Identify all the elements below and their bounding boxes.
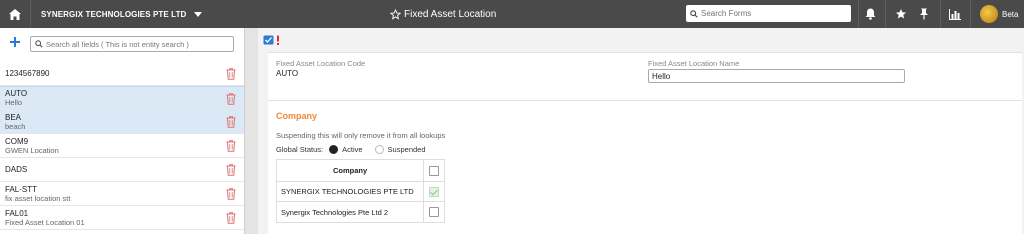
top-bar: SYNERGIX TECHNOLOGIES PTE LTD Fixed Asse…: [0, 0, 1024, 28]
search-icon: [690, 9, 698, 18]
checkbox-cell: [424, 202, 444, 222]
global-status: Global Status: Active Suspended: [276, 145, 426, 154]
select-all-checkbox[interactable]: [429, 165, 440, 176]
left-search: [30, 36, 234, 52]
list-item-code: COM9: [5, 136, 29, 146]
company-checkbox[interactable]: [429, 207, 440, 217]
topbar-divider: [30, 0, 31, 28]
suspended-radio[interactable]: [374, 145, 384, 154]
bell-icon: [865, 8, 875, 20]
topbar-divider: [940, 0, 941, 28]
pin-button[interactable]: [912, 0, 936, 28]
bar-chart-icon: [949, 8, 961, 20]
list-item-name: fix asset location stt: [5, 193, 71, 203]
reports-button[interactable]: [943, 0, 967, 28]
trash-icon[interactable]: [226, 93, 236, 105]
avatar[interactable]: [980, 5, 998, 23]
star-outline-icon: [390, 8, 401, 20]
list-item-code: BEA: [5, 112, 22, 122]
company-name: SYNERGIX TECHNOLOGIES PTE LTD: [41, 9, 187, 19]
table-row: Synergix Technologies Pte Ltd 2: [277, 202, 444, 222]
status-label: Global Status:: [276, 145, 324, 154]
list-item-code: DADS: [5, 165, 28, 174]
list-item-code: 1234567890: [5, 69, 50, 78]
name-input[interactable]: [648, 69, 905, 83]
list-item-name: Fixed Asset Location 01: [5, 217, 85, 227]
favorites-button[interactable]: [889, 0, 913, 28]
panel-splitter[interactable]: [244, 28, 258, 234]
form-panel: Fixed Asset Location Code AUTO Fixed Ass…: [258, 28, 1024, 234]
trash-icon[interactable]: [226, 188, 236, 200]
record-list: 1234567890 AUTO Hello BEA beach COM9 GWE…: [0, 62, 244, 230]
list-item-code: FAL01: [5, 208, 29, 218]
company-table: Company SYNERGIX TECHNOLOGIES PTE LTD Sy…: [276, 159, 445, 223]
list-item-name: beach: [5, 121, 26, 131]
topbar-divider: [885, 0, 886, 28]
trash-icon[interactable]: [226, 140, 236, 152]
page-title-text: Fixed Asset Location: [404, 8, 497, 20]
section-divider: [268, 100, 1022, 101]
company-checkbox[interactable]: [429, 186, 440, 197]
table-header: Company: [277, 160, 444, 182]
pin-icon: [920, 8, 928, 20]
table-row: SYNERGIX TECHNOLOGIES PTE LTD: [277, 182, 444, 202]
list-item-name: Hello: [5, 98, 23, 107]
code-label: Fixed Asset Location Code: [276, 59, 366, 68]
list-item[interactable]: 1234567890: [0, 62, 244, 86]
page-title: Fixed Asset Location: [390, 0, 496, 28]
suspended-label: Suspended: [387, 145, 426, 154]
trash-icon[interactable]: [226, 116, 236, 128]
company-cell: SYNERGIX TECHNOLOGIES PTE LTD: [277, 182, 425, 201]
alert-icon: [277, 35, 279, 45]
list-item[interactable]: AUTO Hello: [0, 86, 244, 110]
chevron-down-icon: [194, 11, 203, 17]
list-item-code: FAL-STT: [5, 184, 38, 194]
trash-icon[interactable]: [226, 212, 236, 224]
name-label: Fixed Asset Location Name: [648, 59, 740, 68]
user-label[interactable]: Beta: [1002, 0, 1018, 28]
select-all-cell: [424, 160, 444, 181]
suspend-note: Suspending this will only remove it from…: [276, 131, 446, 140]
search-forms-input[interactable]: [701, 9, 841, 18]
list-item[interactable]: FAL01 Fixed Asset Location 01: [0, 206, 244, 230]
search-all-fields-input[interactable]: [46, 39, 231, 49]
list-item-name: GWEN Location: [5, 145, 59, 155]
company-cell: Synergix Technologies Pte Ltd 2: [277, 202, 425, 222]
company-column-header: Company: [277, 160, 425, 181]
notifications-button[interactable]: [858, 0, 882, 28]
trash-icon[interactable]: [226, 164, 236, 176]
search-forms: [686, 5, 851, 22]
code-value: AUTO: [276, 69, 299, 78]
list-item[interactable]: DADS: [0, 158, 244, 182]
home-icon: [9, 8, 21, 20]
save-check-icon: [263, 35, 274, 45]
form-card: Fixed Asset Location Code AUTO Fixed Ass…: [268, 52, 1022, 234]
search-icon: [35, 40, 43, 48]
list-item[interactable]: FAL-STT fix asset location stt: [0, 182, 244, 206]
trash-icon[interactable]: [226, 68, 236, 80]
active-label: Active: [342, 145, 363, 154]
checkbox-cell: [424, 182, 444, 201]
save-action[interactable]: [263, 35, 280, 45]
list-item-code: AUTO: [5, 89, 28, 98]
add-icon[interactable]: [9, 36, 21, 48]
topbar-divider: [970, 0, 971, 28]
list-item[interactable]: BEA beach: [0, 110, 244, 134]
section-title: Company: [276, 111, 318, 121]
record-list-panel: 1234567890 AUTO Hello BEA beach COM9 GWE…: [0, 28, 244, 234]
star-icon: [896, 9, 906, 19]
home-button[interactable]: [0, 0, 30, 28]
active-radio[interactable]: [329, 145, 339, 154]
list-item[interactable]: COM9 GWEN Location: [0, 134, 244, 158]
company-selector[interactable]: SYNERGIX TECHNOLOGIES PTE LTD: [41, 0, 203, 28]
